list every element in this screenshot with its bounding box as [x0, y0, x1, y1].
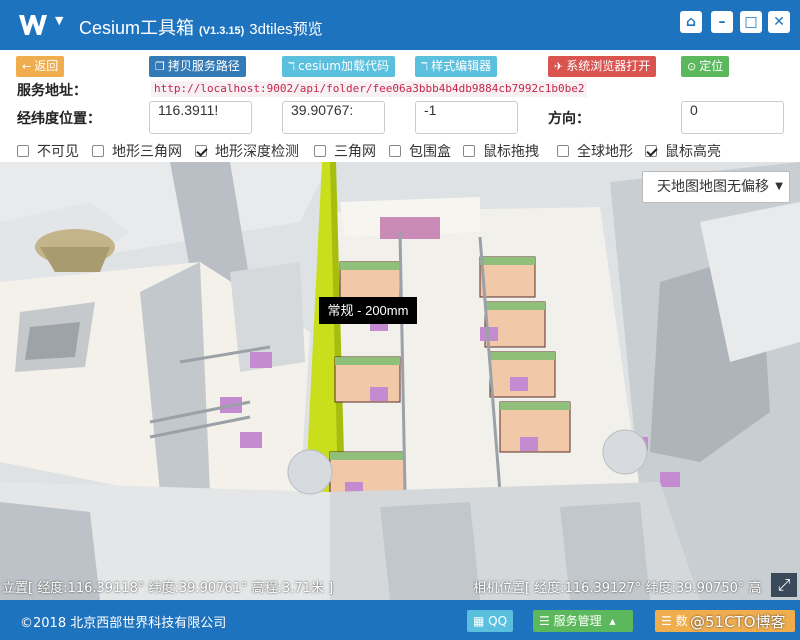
back-button[interactable]: ← 返回 — [16, 56, 65, 77]
home-icon[interactable]: ⌂ — [680, 11, 702, 33]
locate-button[interactable]: ⊙ 定位 — [681, 56, 730, 77]
checkbox-label: 鼠标拖拽 — [483, 144, 539, 160]
checkbox-box[interactable] — [195, 145, 207, 157]
fullscreen-icon[interactable]: ⤢ — [771, 573, 797, 597]
position-label: 经纬度位置： — [17, 111, 101, 127]
maximize-icon[interactable]: □ — [740, 11, 762, 33]
service-url[interactable]: http://localhost:9002/api/folder/fee06a3… — [151, 81, 588, 97]
copyright-text: ©2018 北京西部世界科技有限公司 — [20, 616, 227, 631]
basemap-value: 天地图地图无偏移 — [657, 179, 769, 195]
data-label: 数 — [675, 614, 688, 628]
back-label: 返回 — [34, 59, 59, 73]
checkbox-label: 三角网 — [334, 144, 376, 160]
tileset-scene — [0, 162, 800, 600]
code-icon: ℸ — [288, 60, 296, 73]
target-icon: ⊙ — [687, 60, 697, 73]
service-label: 服务地址： — [17, 83, 87, 99]
copy-icon: ❐ — [155, 60, 165, 73]
service-management-label: 服务管理 — [553, 614, 602, 628]
app-subtitle: 3dtiles预览 — [249, 21, 323, 38]
checkbox-box[interactable] — [463, 145, 475, 157]
checkbox-box[interactable] — [314, 145, 326, 157]
feature-tooltip: 常规 - 200mm — [319, 297, 417, 324]
checkbox-invisible[interactable]: 不可见 — [17, 141, 79, 161]
window-title: Cesium工具箱 (V1.3.15) 3dtiles预览 — [79, 14, 323, 40]
qrcode-icon: ▦ — [473, 614, 485, 628]
send-icon: ✈ — [554, 60, 564, 73]
style-editor-button[interactable]: ℸ 样式编辑器 — [415, 56, 498, 77]
chevron-down-icon: ▼ — [775, 181, 783, 192]
checkbox-box[interactable] — [557, 145, 569, 157]
watermark: @51CTO博客 — [690, 613, 786, 631]
checkbox-mouse-highlight[interactable]: 鼠标高亮 — [645, 141, 721, 161]
checkbox-label: 全球地形 — [577, 144, 633, 160]
cesium-viewer[interactable] — [0, 162, 800, 600]
checkbox-bounding-box[interactable]: 包围盒 — [389, 141, 451, 161]
close-icon[interactable]: ✕ — [768, 11, 790, 33]
qq-button[interactable]: ▦ QQ — [467, 610, 514, 632]
checkbox-global-terrain[interactable]: 全球地形 — [557, 141, 633, 161]
list-icon: ☰ — [661, 614, 672, 628]
cesium-code-button[interactable]: ℸ cesium加载代码 — [282, 56, 395, 77]
basemap-select[interactable]: 天地图地图无偏移 ▼ — [642, 171, 790, 203]
arrow-left-icon: ← — [22, 60, 32, 73]
checkbox-box[interactable] — [92, 145, 104, 157]
service-management-button[interactable]: ☰ 服务管理 ▴ — [533, 610, 633, 632]
checkbox-label: 地形三角网 — [112, 144, 182, 160]
minimize-icon[interactable]: – — [711, 11, 733, 33]
app-title: Cesium工具箱 — [79, 18, 195, 38]
locate-label: 定位 — [699, 59, 724, 73]
list-icon: ☰ — [539, 614, 550, 628]
checkbox-label: 包围盒 — [409, 144, 451, 160]
checkbox-terrain-mesh[interactable]: 地形三角网 — [92, 141, 182, 161]
cesium-code-label: cesium加载代码 — [298, 59, 389, 73]
open-browser-label: 系统浏览器打开 — [566, 59, 651, 73]
option-checkboxes: 不可见 地形三角网 地形深度检测 三角网 包围盒 鼠标拖拽 全球地形 鼠标高亮 — [17, 141, 797, 161]
checkbox-box[interactable] — [645, 145, 657, 157]
copy-path-button[interactable]: ❐ 拷贝服务路径 — [149, 56, 246, 77]
caret-up-icon: ▴ — [609, 614, 616, 628]
checkbox-box[interactable] — [17, 145, 29, 157]
qq-label: QQ — [488, 614, 508, 628]
checkbox-label: 地形深度检测 — [215, 144, 299, 160]
checkbox-mesh[interactable]: 三角网 — [314, 141, 376, 161]
checkbox-mouse-drag[interactable]: 鼠标拖拽 — [463, 141, 539, 161]
checkbox-label: 鼠标高亮 — [665, 144, 721, 160]
footer: ©2018 北京西部世界科技有限公司 ▦ QQ ☰ 服务管理 ▴ ☰ 数 — [0, 600, 800, 640]
checkbox-depth-test[interactable]: 地形深度检测 — [195, 141, 299, 161]
edit-icon: ℸ — [421, 60, 429, 73]
heading-input[interactable]: 0 — [681, 101, 784, 134]
longitude-input[interactable]: 116.3911! — [149, 101, 252, 134]
style-editor-label: 样式编辑器 — [431, 59, 492, 73]
open-browser-button[interactable]: ✈ 系统浏览器打开 — [548, 56, 657, 77]
app-version: (V1.3.15) — [199, 25, 245, 37]
checkbox-label: 不可见 — [37, 144, 79, 160]
heading-label: 方向： — [548, 111, 590, 127]
app-logo-icon[interactable] — [18, 12, 48, 38]
latitude-input[interactable]: 39.90767: — [282, 101, 385, 134]
menu-caret-icon[interactable]: ▼ — [55, 14, 63, 27]
title-bar: ▼ Cesium工具箱 (V1.3.15) 3dtiles预览 ⌂ – □ ✕ — [0, 0, 800, 50]
camera-position-status: 相机位置[ 经度:116.39127° 纬度:39.90750° 高 — [473, 581, 762, 595]
checkbox-box[interactable] — [389, 145, 401, 157]
mouse-position-status: 立置[ 经度:116.39118° 纬度:39.90761° 高程:3.71米 … — [2, 581, 334, 596]
height-input[interactable]: -1 — [415, 101, 518, 134]
copy-path-label: 拷贝服务路径 — [167, 59, 240, 73]
